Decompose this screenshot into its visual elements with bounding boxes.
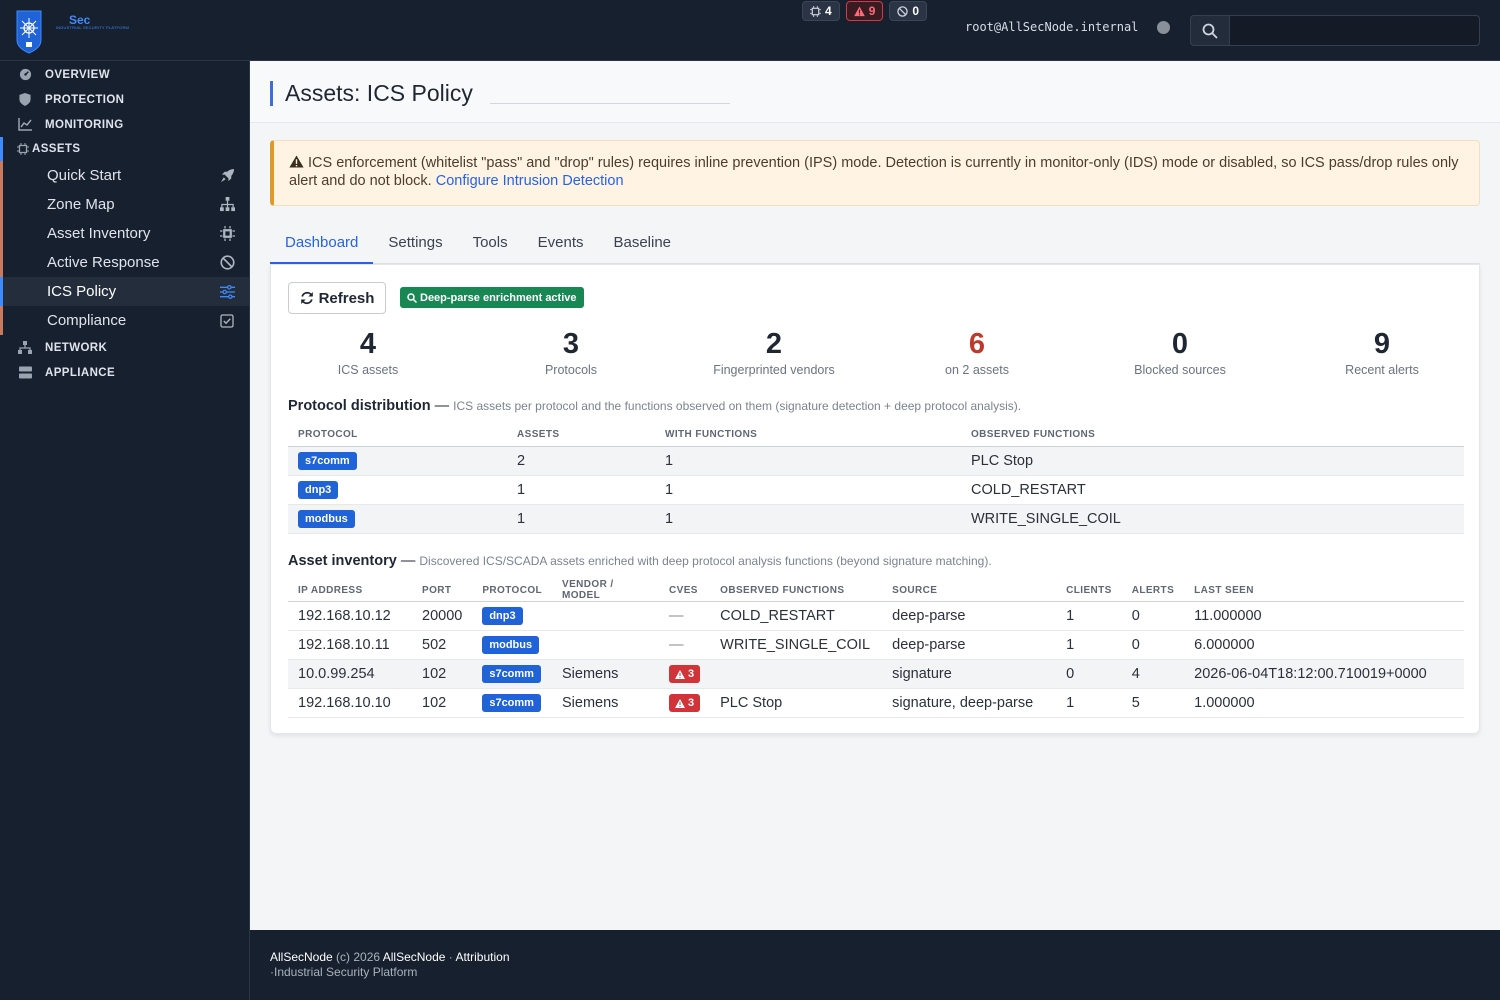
dashboard-card: Refresh Deep-parse enrichment active 4 I… bbox=[270, 264, 1480, 734]
stat-protocols: 3 Protocols bbox=[544, 328, 598, 377]
server-icon bbox=[18, 366, 32, 380]
search-icon bbox=[407, 292, 417, 303]
search-input[interactable] bbox=[1230, 15, 1480, 46]
protocol-distribution-heading: Protocol distribution — ICS assets per p… bbox=[288, 398, 1022, 414]
table-row[interactable]: 192.168.10.12 20000 dnp3 — COLD_RESTART … bbox=[288, 601, 1464, 631]
sidebar-item-zone-map[interactable]: Zone Map bbox=[0, 190, 249, 219]
sidebar-section-appliance[interactable]: APPLIANCE bbox=[0, 360, 249, 385]
ips-mode-alert: ICS enforcement (whitelist "pass" and "d… bbox=[270, 140, 1480, 206]
stat-recent-alerts: 9 Recent alerts bbox=[1345, 328, 1419, 377]
brand-subtitle: INDUSTRIAL SECURITY PLATFORM bbox=[56, 25, 130, 30]
page-title: Assets: ICS Policy bbox=[270, 81, 473, 106]
sidebar-section-network[interactable]: NETWORK bbox=[0, 335, 249, 360]
tab-tools[interactable]: Tools bbox=[458, 228, 523, 265]
footer-line: AllSecNode (c) 2026 AllSecNode · Attribu… bbox=[270, 950, 510, 964]
asset-inventory-heading: Asset inventory — Discovered ICS/SCADA a… bbox=[288, 553, 992, 569]
stat-fingerprinted-vendors: 2 Fingerprinted vendors bbox=[713, 328, 835, 377]
sitemap-icon bbox=[219, 197, 235, 213]
footer-tagline: ·Industrial Security Platform bbox=[270, 965, 418, 979]
stat-blocked-sources: 0 Blocked sources bbox=[1134, 328, 1226, 377]
protocol-badge[interactable]: s7comm bbox=[482, 665, 541, 683]
sidebar-section-overview[interactable]: OVERVIEW bbox=[0, 62, 249, 87]
cpu-icon bbox=[16, 142, 30, 156]
title-divider bbox=[490, 103, 730, 104]
tab-baseline[interactable]: Baseline bbox=[598, 228, 686, 265]
tab-bar: Dashboard Settings Tools Events Baseline bbox=[270, 228, 1480, 265]
stat-cves: 6 on 2 assets bbox=[945, 328, 1009, 377]
footer-owner[interactable]: AllSecNode bbox=[383, 950, 446, 964]
sidebar: OVERVIEW PROTECTION MONITORING ASSETS Qu… bbox=[0, 61, 250, 1000]
footer-brand: AllSecNode bbox=[270, 950, 333, 964]
protocol-badge[interactable]: modbus bbox=[298, 509, 355, 528]
tab-dashboard[interactable]: Dashboard bbox=[270, 228, 374, 265]
deep-parse-badge: Deep-parse enrichment active bbox=[400, 287, 584, 308]
stat-ics-assets: 4 ICS assets bbox=[337, 328, 399, 377]
page-header: Assets: ICS Policy bbox=[250, 61, 1500, 123]
warning-icon bbox=[289, 155, 304, 168]
alerts-count: 9 bbox=[868, 4, 876, 18]
shield-logo-icon bbox=[16, 10, 42, 54]
ban-icon bbox=[897, 5, 909, 17]
shield-icon bbox=[18, 93, 32, 107]
current-user[interactable]: root@AllSecNode.internal bbox=[965, 20, 1138, 34]
cpu-icon bbox=[219, 226, 235, 242]
table-row[interactable]: 192.168.10.10 102 s7comm Siemens 3 PLC S… bbox=[288, 688, 1464, 718]
sidebar-item-asset-inventory[interactable]: Asset Inventory bbox=[0, 219, 249, 248]
search-icon bbox=[1202, 23, 1218, 39]
cve-count-badge[interactable]: 3 bbox=[669, 665, 701, 683]
sidebar-item-quick-start[interactable]: Quick Start bbox=[0, 161, 249, 190]
sidebar-section-protection[interactable]: PROTECTION bbox=[0, 87, 249, 112]
ban-icon bbox=[219, 255, 235, 271]
stats-row: 4 ICS assets 3 Protocols 2 Fingerprinted… bbox=[271, 327, 1481, 379]
protocol-distribution-table: PROTOCOL ASSETS WITH FUNCTIONS OBSERVED … bbox=[288, 424, 1464, 534]
warning-icon bbox=[675, 698, 686, 708]
sidebar-item-active-response[interactable]: Active Response bbox=[0, 248, 249, 277]
attribution-link[interactable]: Attribution bbox=[455, 950, 509, 964]
network-icon bbox=[18, 341, 32, 355]
sidebar-section-monitoring[interactable]: MONITORING bbox=[0, 112, 249, 137]
asset-inventory-table: IP ADDRESS PORT PROTOCOL VENDOR / MODEL … bbox=[288, 579, 1464, 718]
protocol-badge[interactable]: s7comm bbox=[482, 694, 541, 712]
notification-badges: 4 9 0 bbox=[802, 1, 928, 21]
table-row: s7comm 2 1 PLC Stop bbox=[288, 446, 1464, 476]
blocked-count-badge[interactable]: 0 bbox=[889, 1, 928, 21]
top-bar: Sec INDUSTRIAL SECURITY PLATFORM 4 9 0 r… bbox=[0, 0, 1500, 61]
table-row[interactable]: 192.168.10.11 502 modbus — WRITE_SINGLE_… bbox=[288, 630, 1464, 660]
protocol-badge[interactable]: dnp3 bbox=[298, 480, 339, 499]
protocol-badge[interactable]: dnp3 bbox=[482, 607, 523, 625]
blocked-count: 0 bbox=[912, 4, 920, 18]
footer: AllSecNode (c) 2026 AllSecNode · Attribu… bbox=[250, 930, 1500, 1000]
alerts-count-badge[interactable]: 9 bbox=[845, 1, 884, 21]
dashboard-icon bbox=[18, 68, 32, 82]
sidebar-item-ics-policy[interactable]: ICS Policy bbox=[0, 277, 249, 306]
warning-icon bbox=[853, 5, 865, 16]
table-row: dnp3 1 1 COLD_RESTART bbox=[288, 475, 1464, 505]
protocol-badge[interactable]: modbus bbox=[482, 636, 540, 654]
assets-count-badge[interactable]: 4 bbox=[802, 1, 840, 21]
table-row: modbus 1 1 WRITE_SINGLE_COIL bbox=[288, 504, 1464, 534]
configure-ids-link[interactable]: Configure Intrusion Detection bbox=[436, 173, 624, 189]
brand-logo[interactable]: Sec INDUSTRIAL SECURITY PLATFORM bbox=[14, 6, 129, 58]
assets-count: 4 bbox=[825, 4, 832, 18]
sidebar-item-compliance[interactable]: Compliance bbox=[0, 306, 249, 335]
refresh-button[interactable]: Refresh bbox=[288, 282, 386, 314]
status-indicator bbox=[1157, 21, 1170, 34]
search-button[interactable] bbox=[1190, 15, 1230, 46]
tab-events[interactable]: Events bbox=[523, 228, 599, 265]
tab-settings[interactable]: Settings bbox=[373, 228, 457, 265]
sidebar-section-assets[interactable]: ASSETS bbox=[0, 137, 249, 161]
cve-count-badge[interactable]: 3 bbox=[669, 694, 701, 712]
check-square-icon bbox=[219, 313, 235, 329]
chart-line-icon bbox=[18, 118, 32, 132]
cpu-icon bbox=[810, 5, 821, 17]
rocket-icon bbox=[219, 168, 235, 184]
warning-icon bbox=[675, 669, 686, 679]
sliders-icon bbox=[219, 284, 235, 300]
table-row[interactable]: 10.0.99.254 102 s7comm Siemens 3 signatu… bbox=[288, 659, 1464, 689]
refresh-icon bbox=[300, 291, 313, 305]
protocol-badge[interactable]: s7comm bbox=[298, 451, 357, 470]
